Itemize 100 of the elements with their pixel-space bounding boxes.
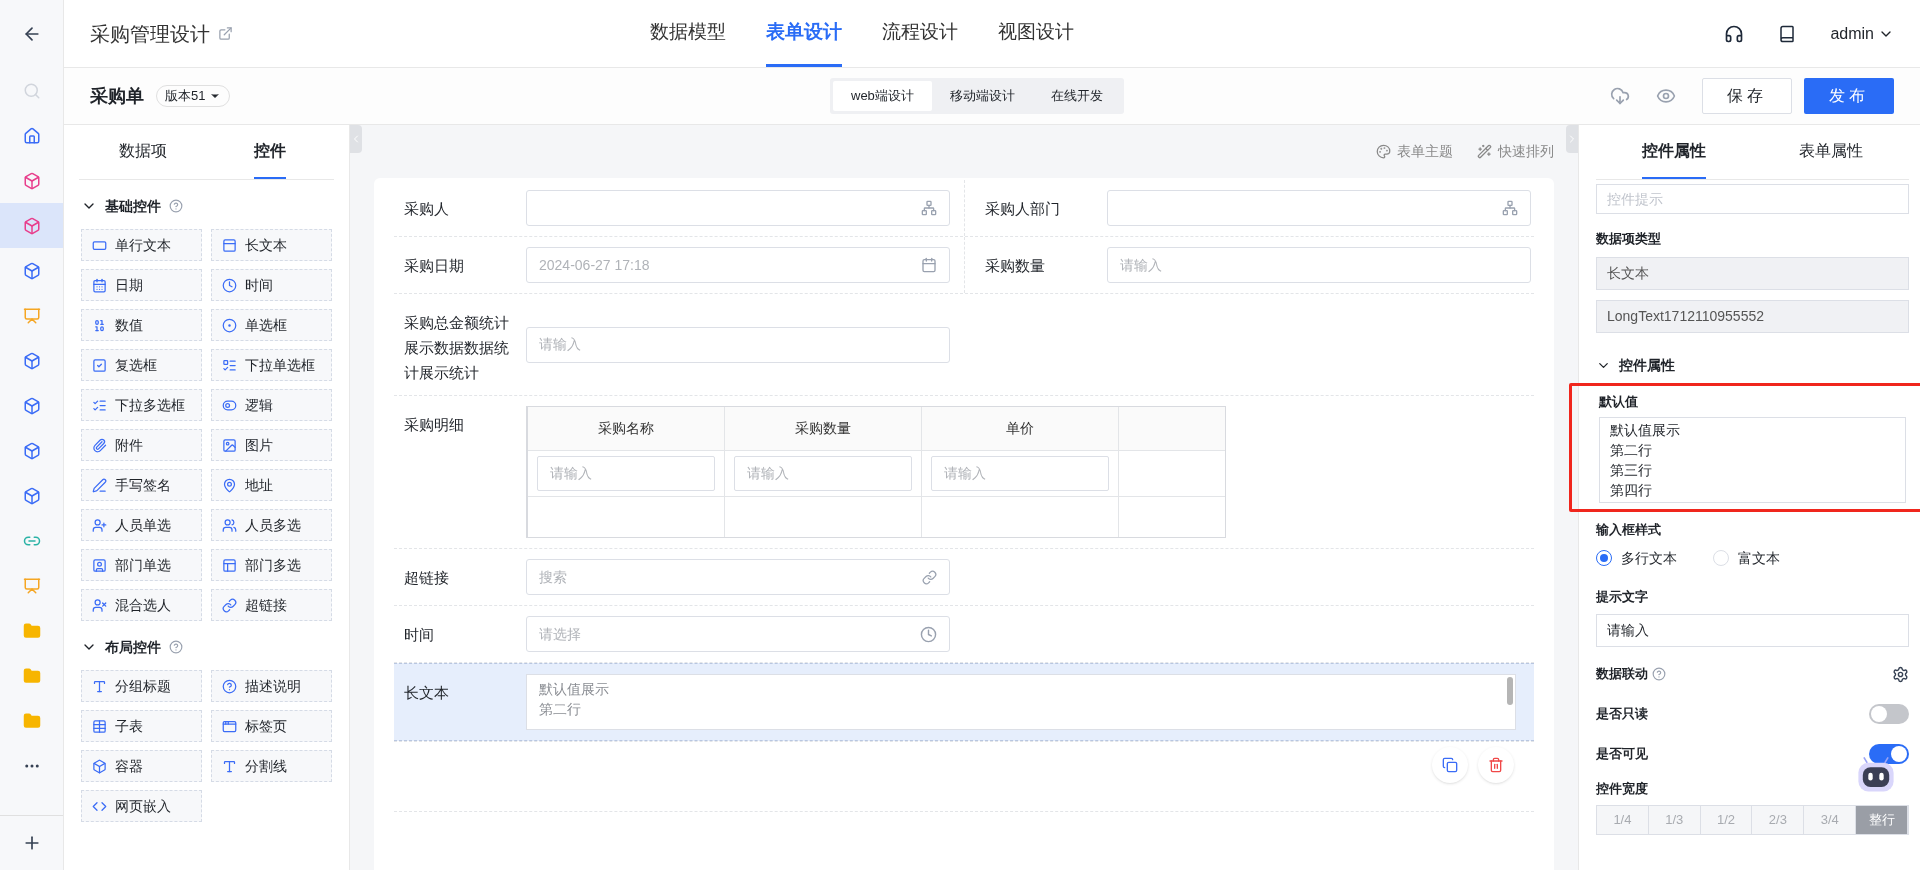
rail-item[interactable] [0, 203, 63, 248]
textarea-line: 默认值展示 [539, 680, 610, 699]
cube-icon[interactable] [22, 441, 41, 460]
control-item[interactable]: 标签页 [211, 710, 332, 742]
control-item[interactable]: 人员多选 [211, 509, 332, 541]
selected-field-row[interactable]: 长文本 默认值展示 第二行 [394, 663, 1534, 741]
form-field[interactable]: 超链接 搜索 [394, 549, 1534, 605]
folder-icon[interactable] [22, 666, 41, 685]
settings-icon[interactable] [1892, 665, 1909, 683]
field-label: 默认值 [1599, 392, 1639, 411]
toggle-switch[interactable] [1869, 744, 1909, 764]
section-title: 布局控件 [105, 637, 161, 657]
cube-icon[interactable] [22, 396, 41, 415]
cube-icon[interactable] [22, 261, 41, 280]
field-label: 控件宽度 [1596, 780, 1649, 798]
cube-icon[interactable] [22, 486, 41, 505]
copy-button[interactable] [1432, 747, 1468, 783]
column-header: 采购数量 [725, 407, 922, 450]
presentation-icon[interactable] [22, 306, 41, 325]
mode-tab[interactable]: 移动端设计 [931, 81, 1033, 111]
cube-icon[interactable] [22, 216, 41, 235]
control-item[interactable]: 子表 [81, 710, 202, 742]
control-item[interactable]: 复选框 [81, 349, 202, 381]
control-item[interactable]: 分组标题 [81, 670, 202, 702]
control-item[interactable]: 分割线 [211, 750, 332, 782]
delete-button[interactable] [1478, 747, 1514, 783]
control-item[interactable]: 容器 [81, 750, 202, 782]
control-item[interactable]: 长文本 [211, 229, 332, 261]
book-icon[interactable] [1778, 24, 1797, 43]
save-button[interactable]: 保存 [1702, 78, 1792, 114]
field-label: 采购总金额统计展示数据数据统计展示统计 [403, 313, 510, 383]
panel-tab[interactable]: 数据项 [118, 125, 167, 179]
textarea-field[interactable]: 默认值展示 第二行 第三行 第四行 [1599, 417, 1906, 503]
control-item[interactable]: 图片 [211, 429, 332, 461]
help-icon[interactable] [169, 640, 183, 654]
presentation-icon[interactable] [22, 576, 41, 595]
map-pin-icon [222, 477, 237, 493]
panel-tab[interactable]: 控件属性 [1642, 125, 1707, 179]
user-menu[interactable]: admin [1830, 21, 1894, 46]
external-link-icon[interactable] [218, 26, 233, 41]
control-item[interactable]: 地址 [211, 469, 332, 501]
panel-tab[interactable]: 表单属性 [1798, 125, 1863, 179]
radio-option[interactable]: 多行文本 [1596, 547, 1677, 569]
control-item[interactable]: 超链接 [211, 589, 332, 621]
form-field[interactable]: 采购人 [394, 180, 964, 236]
help-icon[interactable] [169, 199, 183, 213]
collapse-handle[interactable] [350, 125, 362, 153]
nav-tab[interactable]: 流程设计 [882, 0, 958, 67]
control-item[interactable]: 日期 [81, 269, 202, 301]
field-label: 时间 [403, 625, 435, 645]
control-label: 地址 [245, 475, 273, 495]
copy-icon [1442, 757, 1458, 773]
cube-icon[interactable] [22, 171, 41, 190]
preview-icon[interactable] [1656, 86, 1676, 106]
publish-button[interactable]: 发布 [1804, 78, 1894, 114]
form-field[interactable]: 采购数量 请输入 [964, 237, 1534, 293]
control-label: 附件 [115, 435, 143, 455]
cloud-download-icon[interactable] [1610, 86, 1630, 106]
control-item[interactable]: 手写签名 [81, 469, 202, 501]
help-icon[interactable] [1652, 667, 1666, 681]
control-item[interactable]: 混合选人 [81, 589, 202, 621]
form-field[interactable]: 采购人部门 [964, 180, 1534, 236]
app-title: 采购管理设计 [90, 21, 210, 47]
control-item[interactable]: 下拉单选框 [211, 349, 332, 381]
control-item[interactable]: 时间 [211, 269, 332, 301]
control-item[interactable]: 部门多选 [211, 549, 332, 581]
control-label: 手写签名 [115, 475, 171, 495]
control-item[interactable]: 描述说明 [211, 670, 332, 702]
control-item[interactable]: 下拉多选框 [81, 389, 202, 421]
textarea-field[interactable]: 默认值展示 第二行 [526, 674, 1516, 730]
control-item[interactable]: 人员单选 [81, 509, 202, 541]
input-field[interactable]: 请输入 [1596, 614, 1909, 647]
control-item[interactable]: 数值 [81, 309, 202, 341]
nav-tab[interactable]: 数据模型 [650, 0, 726, 67]
form-field[interactable]: 采购日期 2024-06-27 17:18 [394, 237, 964, 293]
form-field[interactable]: 时间 请选择 [394, 606, 1534, 662]
panel-tab[interactable]: 控件 [254, 125, 287, 179]
control-item[interactable]: 部门单选 [81, 549, 202, 581]
folder-icon[interactable] [22, 711, 41, 730]
form-field[interactable]: 采购总金额统计展示数据数据统计展示统计 请输入 [394, 294, 1534, 395]
control-item[interactable]: 单行文本 [81, 229, 202, 261]
control-item[interactable]: 单选框 [211, 309, 332, 341]
cube-icon[interactable] [22, 351, 41, 370]
control-item[interactable]: 网页嵌入 [81, 790, 202, 822]
control-item[interactable]: 附件 [81, 429, 202, 461]
headset-icon[interactable] [1724, 23, 1745, 44]
field-label: 提示文字 [1596, 587, 1649, 606]
home-icon[interactable] [22, 126, 41, 145]
nav-tab[interactable]: 视图设计 [998, 0, 1074, 67]
expand-handle[interactable] [1566, 125, 1578, 153]
paperclip-icon [92, 437, 107, 453]
number-icon [92, 317, 107, 333]
radio-option[interactable]: 富文本 [1713, 547, 1780, 569]
control-item[interactable]: 逻辑 [211, 389, 332, 421]
toggle-switch[interactable] [1869, 704, 1909, 724]
field-label: 数据联动 [1596, 665, 1648, 684]
mode-tab[interactable]: 在线开发 [1032, 81, 1121, 111]
checklist-icon [92, 397, 107, 413]
mode-tab[interactable]: web端设计 [833, 81, 932, 111]
folder-icon[interactable] [22, 621, 41, 640]
